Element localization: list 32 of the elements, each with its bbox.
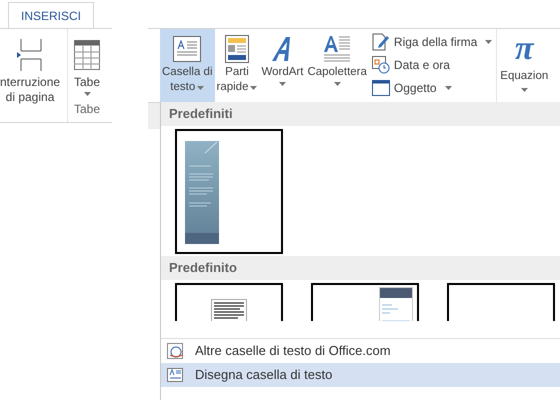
object-icon (372, 80, 390, 96)
globe-text-box-icon (167, 343, 183, 359)
section-header: Predefinito (161, 256, 560, 280)
section-header: Predefiniti (161, 102, 560, 126)
ribbon-button[interactable]: Riga della firma (372, 33, 492, 51)
ribbon-button[interactable]: nterruzione di pagina (0, 29, 60, 122)
ribbon-button[interactable]: Parti rapide (214, 29, 260, 102)
text-box-icon (173, 36, 202, 62)
ribbon-button[interactable]: Oggetto (372, 79, 492, 97)
group-label: Tabe (74, 101, 100, 118)
table-icon (74, 40, 100, 70)
ribbon-button[interactable]: Data e ora (372, 56, 492, 74)
caret-icon (520, 88, 528, 92)
text-box-icon (167, 368, 183, 382)
ribbon-button[interactable]: WordArt (259, 29, 306, 102)
insert-tab[interactable]: INSERISCI (8, 2, 94, 28)
ribbon-button[interactable]: Capolettera (305, 29, 369, 102)
menu-item[interactable]: Altre caselle di testo di Office.com (161, 339, 560, 363)
ribbon-button[interactable]: Casella di testo (160, 29, 214, 102)
quick-parts-icon (224, 35, 249, 63)
text-box-thumbnail[interactable] (311, 283, 419, 321)
equation-button[interactable]: π Equazion (497, 29, 548, 102)
pi-icon: π (514, 31, 534, 67)
signature-icon (372, 33, 390, 51)
drop-cap-icon (323, 34, 352, 64)
page-break-icon (17, 39, 44, 71)
text-box-thumbnail[interactable] (175, 129, 283, 254)
calendar-clock-icon (372, 56, 390, 74)
ribbon-button[interactable]: Tabe (74, 29, 100, 96)
text-box-thumbnail[interactable] (447, 283, 555, 321)
text-box-thumbnail[interactable] (175, 283, 283, 321)
menu-item[interactable]: Disegna casella di testo (161, 363, 560, 387)
